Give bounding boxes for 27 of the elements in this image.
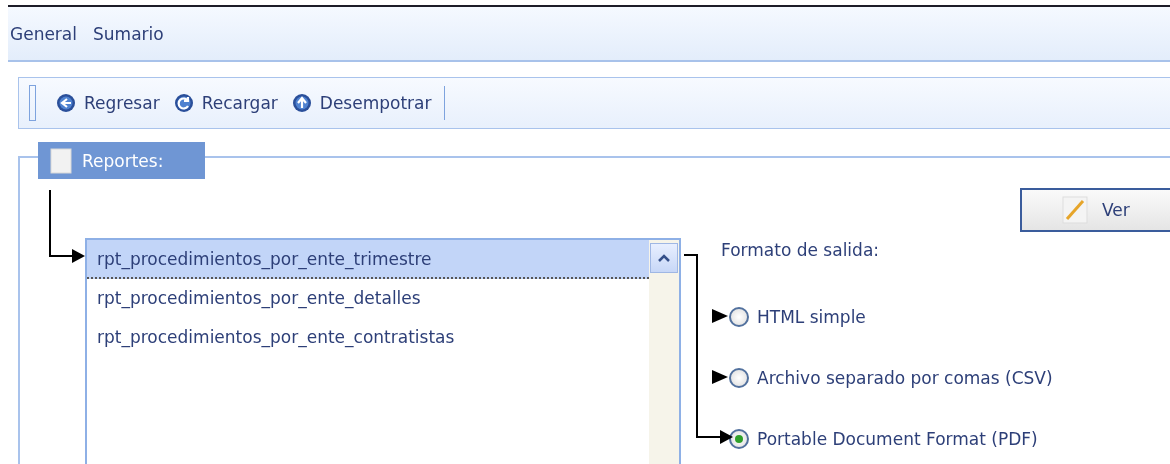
format-label: Formato de salida: xyxy=(721,240,881,262)
back-arrow-icon xyxy=(56,93,76,113)
pencil-icon xyxy=(1062,196,1088,224)
toolbar-button[interactable]: Recargar xyxy=(171,93,284,113)
caret-up-icon xyxy=(658,254,670,262)
radio-option[interactable]: Archivo separado por comas (CSV) xyxy=(729,347,1053,408)
arrowhead-icon xyxy=(712,309,728,323)
toolbar-button[interactable]: Regresar xyxy=(54,93,166,113)
reload-icon xyxy=(173,93,194,113)
arrowhead-icon xyxy=(712,370,728,384)
scroll-up-button[interactable] xyxy=(650,243,678,273)
document-icon xyxy=(50,147,72,174)
radio-button[interactable] xyxy=(729,306,749,327)
report-item[interactable]: rpt_procedimientos_por_ente_detalles xyxy=(87,279,649,318)
report-item[interactable]: rpt_procedimientos_por_ente_contratistas xyxy=(87,318,649,357)
menu-item[interactable]: Sumario xyxy=(93,23,164,44)
menu-item[interactable]: General xyxy=(10,23,77,44)
radio-button[interactable] xyxy=(729,367,749,388)
report-list[interactable]: rpt_procedimientos_por_ente_trimestre rpt_procedimientos_por_ente_detalles rpt_procedimientos_por_ente_contratistas xyxy=(85,238,681,464)
radio-option[interactable]: Portable Document Format (PDF) xyxy=(729,408,1053,464)
legend-text: Reportes: xyxy=(82,150,164,171)
report-item[interactable]: rpt_procedimientos_por_ente_trimestre xyxy=(87,240,649,279)
toolbar-grip xyxy=(29,85,36,121)
radio-option[interactable]: HTML simple xyxy=(729,286,1053,347)
radio-button[interactable] xyxy=(729,428,749,449)
toolbar-button[interactable]: Desempotrar xyxy=(289,93,438,113)
view-button[interactable]: Ver xyxy=(1020,188,1170,232)
